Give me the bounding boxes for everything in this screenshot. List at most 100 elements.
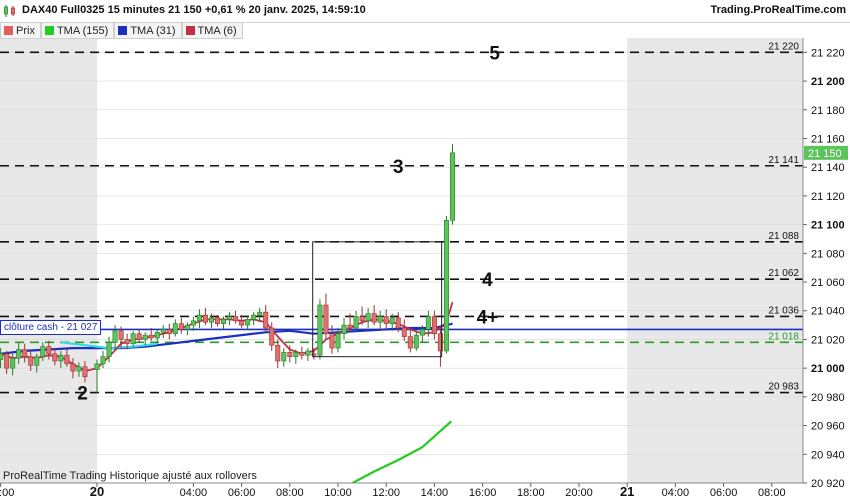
y-tick-label: 21 140	[811, 162, 845, 174]
candle-body	[40, 346, 46, 357]
x-tick-label: 06:00	[228, 487, 256, 499]
x-tick-label: 20:00	[0, 487, 14, 499]
x-tick-label: 21	[620, 484, 634, 499]
x-tick-label: 20	[90, 484, 104, 499]
candle-body	[52, 353, 58, 362]
candle-body	[383, 316, 389, 324]
candle-body	[58, 354, 64, 362]
candle-body	[136, 333, 142, 340]
x-tick-label: 18:00	[517, 487, 545, 499]
candle-body	[239, 320, 245, 326]
candle-body	[112, 330, 118, 343]
y-tick-label: 21 200	[811, 76, 845, 88]
candle-body	[154, 331, 160, 339]
candle-body	[70, 363, 76, 372]
candle-body	[28, 356, 34, 366]
candle-body	[82, 366, 88, 378]
candle-body	[64, 354, 70, 365]
candle-body	[353, 316, 359, 329]
level-label: 21 220	[768, 41, 799, 52]
price-chart[interactable]: 21 22021 14121 08821 06221 03621 01820 9…	[0, 22, 850, 500]
candle-body	[160, 329, 166, 333]
indicator-legend: Prix TMA (155) TMA (31) TMA (6)	[0, 22, 243, 39]
candle-body	[178, 323, 184, 330]
legend-label: TMA (31)	[130, 24, 176, 37]
candle-body	[0, 353, 4, 360]
last-price-label: 21 150	[808, 148, 842, 160]
x-tick-label: 04:00	[662, 487, 690, 499]
candle-body	[299, 352, 305, 356]
chart-title: DAX40 Full0325 15 minutes 21 150 +0,61 %…	[22, 4, 366, 16]
x-tick-label: 04:00	[180, 487, 208, 499]
candle-body	[106, 342, 112, 357]
candle-body	[233, 316, 239, 322]
y-tick-label: 21 100	[811, 220, 845, 232]
x-tick-label: 20:00	[565, 487, 593, 499]
level-label: 21 036	[768, 305, 799, 316]
candle-body	[365, 313, 371, 322]
x-tick-label: 08:00	[758, 487, 786, 499]
x-tick-label: 12:00	[372, 487, 400, 499]
candle-body	[341, 324, 347, 335]
candlestick-icon	[4, 5, 15, 17]
annotation-label: 2	[77, 384, 88, 405]
candle-body	[335, 333, 341, 349]
candle-body	[347, 324, 353, 329]
candle-body	[208, 317, 214, 323]
legend-label: TMA (155)	[56, 24, 109, 37]
candle-body	[323, 304, 329, 335]
candle-body	[166, 329, 172, 335]
legend-label: TMA (6)	[197, 24, 237, 37]
candle-icon	[4, 26, 13, 35]
x-tick-label: 06:00	[710, 487, 738, 499]
candle-body	[172, 323, 178, 335]
y-tick-label: 21 180	[811, 105, 845, 117]
candle-body	[293, 352, 299, 357]
candle-body	[431, 316, 437, 335]
candle-body	[16, 349, 22, 359]
candle-body	[148, 334, 154, 339]
color-swatch	[118, 26, 128, 35]
annotation-label: 5	[489, 43, 500, 64]
legend-item[interactable]: TMA (155)	[40, 22, 115, 39]
candle-body	[251, 314, 257, 320]
candle-body	[275, 344, 281, 362]
y-tick-label: 21 020	[811, 334, 845, 346]
candle-body	[305, 350, 311, 356]
candle-body	[221, 319, 227, 324]
legend-item[interactable]: TMA (31)	[114, 22, 182, 39]
annotation-label: 3	[393, 157, 404, 178]
legend-item[interactable]: Prix	[0, 22, 41, 39]
legend-label: Prix	[16, 24, 35, 37]
candle-body	[245, 319, 251, 326]
candle-body	[329, 333, 335, 349]
session-shade	[0, 38, 97, 483]
legend-item[interactable]: TMA (6)	[181, 22, 243, 39]
candle-body	[22, 349, 28, 357]
candle-body	[389, 317, 395, 324]
x-tick-label: 16:00	[469, 487, 497, 499]
candle-body	[269, 327, 275, 346]
candle-body	[10, 357, 16, 369]
y-tick-label: 21 040	[811, 306, 845, 318]
candle-body	[263, 311, 269, 329]
title-bar: DAX40 Full0325 15 minutes 21 150 +0,61 %…	[0, 0, 850, 23]
candle-body	[4, 353, 10, 369]
session-shade	[627, 38, 803, 483]
candle-body	[407, 336, 413, 349]
x-tick-label: 14:00	[421, 487, 449, 499]
candle-body	[443, 220, 449, 352]
candle-body	[34, 356, 40, 366]
candle-body	[287, 352, 293, 357]
x-tick-label: 08:00	[276, 487, 304, 499]
candle-body	[46, 346, 52, 355]
candle-body	[118, 330, 124, 340]
y-tick-label: 20 980	[811, 392, 845, 404]
y-tick-label: 20 940	[811, 449, 845, 461]
candle-body	[257, 311, 263, 316]
candle-body	[215, 317, 221, 324]
annotation-label: 4+	[477, 307, 499, 328]
candle-body	[359, 316, 365, 322]
level-label: 20 983	[768, 382, 799, 393]
candle-body	[401, 327, 407, 337]
